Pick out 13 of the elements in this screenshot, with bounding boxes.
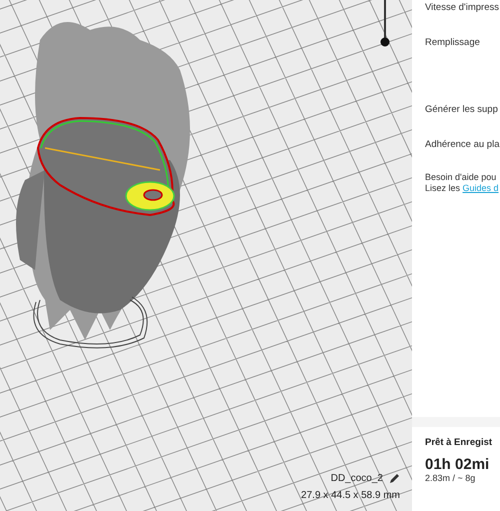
status-title: Prêt à Enregist [425, 437, 494, 448]
model-dimensions: 27.9 x 44.5 x 58.9 mm [301, 490, 400, 501]
pencil-icon[interactable] [389, 473, 400, 484]
setting-label: Adhérence au pla [425, 139, 500, 150]
model-name: DD_coco_2 [330, 473, 383, 484]
help-text: Besoin d'aide pou Lisez les Guides d [425, 172, 500, 194]
setting-label: Générer les supp [425, 104, 499, 115]
material-usage: 2.83m / ~ 8g [425, 473, 476, 483]
setting-label: Vitesse d'impress [425, 2, 500, 13]
layer-slider-handle[interactable] [380, 0, 390, 48]
guides-link[interactable]: Guides d [462, 183, 499, 193]
print-time: 01h 02mi [425, 456, 490, 473]
setting-label: Remplissage [425, 37, 481, 48]
